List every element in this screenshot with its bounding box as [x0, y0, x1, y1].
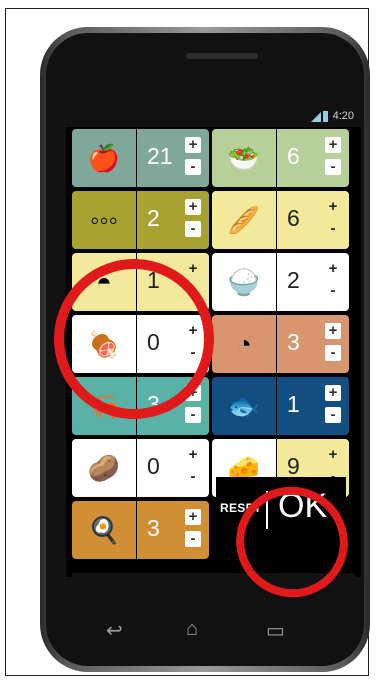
figure-frame: 4:20 🍎 21 + - 🥗 6 + - ◦◦◦ 2 + - 🥖 6 + - ◓ 1 + - 🍚 2 + - 🍖 0 + - ◔ 3 + -…	[5, 8, 370, 676]
increment-button[interactable]: +	[325, 199, 341, 215]
decrement-button[interactable]: -	[325, 159, 341, 175]
food-tile-potatoes: 🥔 0 + -	[72, 439, 209, 497]
home-icon[interactable]: ⌂	[186, 618, 198, 641]
value-box: 0 + -	[137, 439, 209, 497]
count-value: 0	[147, 453, 160, 479]
food-tile-fish: 🐟 1 + -	[212, 377, 349, 435]
status-time: 4:20	[332, 110, 354, 122]
count-value: 1	[287, 391, 300, 417]
increment-button[interactable]: +	[185, 137, 201, 153]
decrement-button[interactable]: -	[325, 345, 341, 361]
potatoes-icon: 🥔	[72, 439, 136, 497]
increment-button[interactable]: +	[325, 137, 341, 153]
count-value: 6	[287, 205, 300, 231]
increment-button[interactable]: +	[185, 199, 201, 215]
food-tile-bread: 🥖 6 + -	[212, 191, 349, 249]
food-tile-salad: 🥗 6 + -	[212, 129, 349, 187]
fish-fillet-icon: ◔	[212, 315, 276, 373]
value-box: 1 + -	[277, 377, 349, 435]
count-value: 2	[287, 267, 300, 293]
decrement-button[interactable]: -	[325, 407, 341, 423]
battery-icon	[323, 111, 328, 122]
value-box: 3 + -	[277, 315, 349, 373]
decrement-button[interactable]: -	[185, 469, 201, 485]
count-value: 6	[287, 143, 300, 169]
increment-button[interactable]: +	[325, 447, 341, 463]
food-tile-fish_white: ◔ 3 + -	[212, 315, 349, 373]
value-box: 3 + -	[137, 501, 209, 559]
status-bar: 4:20	[66, 107, 361, 127]
increment-button[interactable]: +	[185, 261, 201, 277]
food-tile-beans: ◦◦◦ 2 + -	[72, 191, 209, 249]
increment-button[interactable]: +	[185, 447, 201, 463]
signal-icon	[311, 112, 321, 122]
apple-leaf-icon: 🍎	[72, 129, 136, 187]
increment-button[interactable]: +	[185, 509, 201, 525]
decrement-button[interactable]: -	[185, 221, 201, 237]
food-tile-egg: 🍳 3 + -	[72, 501, 209, 559]
increment-button[interactable]: +	[325, 385, 341, 401]
value-box: 2 + -	[277, 253, 349, 311]
beans-icon: ◦◦◦	[72, 191, 136, 249]
increment-button[interactable]: +	[325, 261, 341, 277]
value-box: 21 + -	[137, 129, 209, 187]
fish-icon: 🐟	[212, 377, 276, 435]
decrement-button[interactable]: -	[185, 159, 201, 175]
speaker-icon	[186, 53, 258, 59]
count-value: 3	[147, 515, 160, 541]
decrement-button[interactable]: -	[185, 531, 201, 547]
salad-bowl-icon: 🥗	[212, 129, 276, 187]
recents-icon[interactable]: ▭	[266, 618, 285, 643]
food-tile-rice: 🍚 2 + -	[212, 253, 349, 311]
egg-icon: 🍳	[72, 501, 136, 559]
value-box: 2 + -	[137, 191, 209, 249]
baguette-icon: 🥖	[212, 191, 276, 249]
count-value: 9	[287, 453, 300, 479]
decrement-button[interactable]: -	[325, 283, 341, 299]
decrement-button[interactable]: -	[185, 407, 201, 423]
increment-button[interactable]: +	[325, 323, 341, 339]
back-icon[interactable]: ↩	[106, 618, 123, 643]
value-box: 6 + -	[277, 129, 349, 187]
count-value: 3	[287, 329, 300, 355]
rice-bowl-icon: 🍚	[212, 253, 276, 311]
count-value: 2	[147, 205, 160, 231]
decrement-button[interactable]: -	[325, 221, 341, 237]
food-tile-fruit_veg: 🍎 21 + -	[72, 129, 209, 187]
value-box: 6 + -	[277, 191, 349, 249]
count-value: 21	[147, 143, 173, 169]
